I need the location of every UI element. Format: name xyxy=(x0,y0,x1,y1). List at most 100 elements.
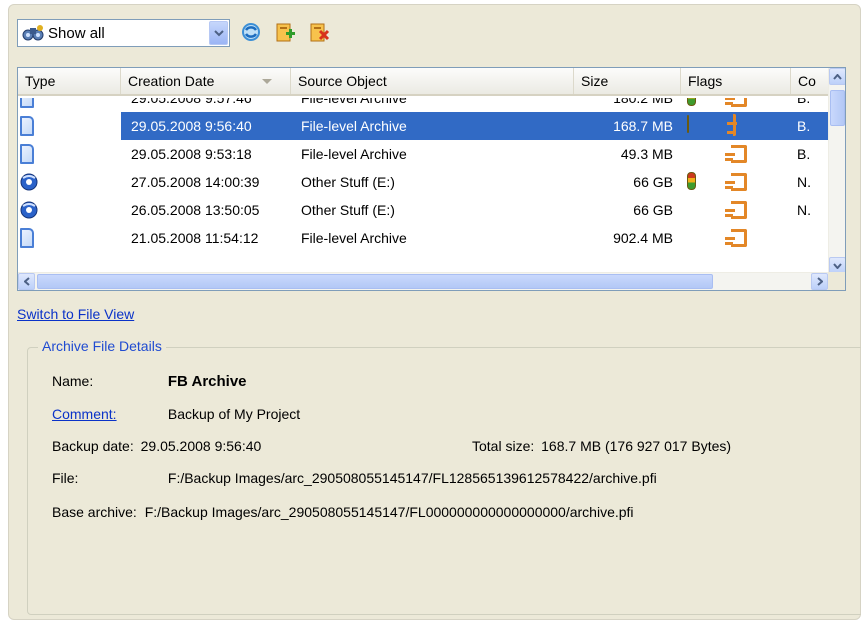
traffic-light-icon xyxy=(687,172,696,190)
cell-flags xyxy=(681,112,791,140)
column-header-flags[interactable]: Flags xyxy=(681,68,791,94)
table-row[interactable]: 29.05.2008 9:53:18 File-level Archive 49.3… xyxy=(18,140,829,168)
backup-date-value: 29.05.2008 9:56:40 xyxy=(140,438,262,454)
cell-flags xyxy=(681,140,791,168)
cell-comment: N. xyxy=(797,202,811,218)
cell-size: 902.4 MB xyxy=(613,230,673,246)
refresh-icon xyxy=(240,21,262,46)
total-size: Total size: 168.7 MB (176 927 017 Bytes) xyxy=(472,438,731,454)
cell-flags xyxy=(681,196,791,224)
cell-type xyxy=(18,98,121,112)
cell-comment: B. xyxy=(797,146,811,162)
list-rows: 29.05.2008 9:57:46 File-level Archive 180.… xyxy=(18,98,829,252)
scrollbar-corner xyxy=(828,272,845,290)
archive-chain-icon xyxy=(725,145,747,163)
name-label: Name: xyxy=(52,373,94,389)
cell-type xyxy=(18,224,121,252)
archive-chain-icon xyxy=(725,201,747,219)
backup-date-row: Backup date: 29.05.2008 9:56:40 Total si… xyxy=(52,438,852,454)
scroll-left-button[interactable] xyxy=(18,273,35,290)
backup-date-label: Backup date: xyxy=(52,438,134,454)
binoculars-icon xyxy=(22,24,44,42)
traffic-light-icon xyxy=(687,98,696,106)
sort-arrow-icon xyxy=(262,79,272,84)
chevron-down-icon[interactable] xyxy=(209,21,228,45)
add-archive-button[interactable] xyxy=(272,20,298,46)
archive-chain-icon xyxy=(733,114,736,136)
vertical-scroll-thumb[interactable] xyxy=(830,90,845,126)
file-archive-icon xyxy=(20,228,34,248)
filter-value: Show all xyxy=(48,24,105,42)
cell-type xyxy=(18,196,121,224)
cell-type xyxy=(18,168,121,196)
cell-creation-date: 27.05.2008 14:00:39 xyxy=(131,174,260,190)
cell-source-object: File-level Archive xyxy=(301,146,407,162)
file-archive-icon xyxy=(20,98,34,108)
file-row: File: F:/Backup Images/arc_2905080551451… xyxy=(52,470,657,486)
disk-image-icon xyxy=(20,200,38,220)
file-archive-icon xyxy=(20,116,34,136)
comment-row: Comment: Backup of My Project xyxy=(52,406,300,422)
file-archive-icon xyxy=(20,144,34,164)
scroll-right-button[interactable] xyxy=(811,273,828,290)
cell-size: 49.3 MB xyxy=(620,146,673,162)
cell-creation-date: 29.05.2008 9:56:40 xyxy=(131,118,252,134)
cell-creation-date: 21.05.2008 11:54:12 xyxy=(131,230,259,246)
column-header-label: Creation Date xyxy=(128,73,215,89)
table-row[interactable]: 29.05.2008 9:56:40 File-level Archive 168.… xyxy=(18,112,829,140)
column-header-source-object[interactable]: Source Object xyxy=(291,68,574,94)
filter-dropdown[interactable]: Show all xyxy=(17,19,230,47)
cell-flags xyxy=(681,224,791,252)
cell-comment: N. xyxy=(797,174,811,190)
cell-size: 168.7 MB xyxy=(613,118,673,134)
horizontal-scrollbar[interactable] xyxy=(18,272,845,290)
file-path-value: F:/Backup Images/arc_290508055145147/FL1… xyxy=(167,470,657,486)
column-header-creation-date[interactable]: Creation Date xyxy=(121,68,291,94)
cell-type xyxy=(18,112,121,140)
name-row: Name: FB Archive xyxy=(52,373,247,390)
traffic-light-icon xyxy=(687,115,689,133)
backup-archives-panel: Show all Type Creation Date Source Objec… xyxy=(8,4,861,620)
table-row[interactable]: 27.05.2008 14:00:39 Other Stuff (E:) 66 GB… xyxy=(18,168,829,196)
cell-type xyxy=(18,140,121,168)
column-header-type[interactable]: Type xyxy=(18,68,121,94)
table-row[interactable]: 21.05.2008 11:54:12 File-level Archive 902… xyxy=(18,224,829,252)
cell-size: 66 GB xyxy=(633,202,673,218)
column-header-comment[interactable]: Co xyxy=(791,68,829,94)
cell-flags xyxy=(681,168,791,196)
cell-creation-date: 29.05.2008 9:57:46 xyxy=(131,98,252,106)
scroll-up-button[interactable] xyxy=(829,68,845,85)
cell-source-object: File-level Archive xyxy=(301,98,407,106)
archive-file-details-group: Archive File Details Name: FB Archive Co… xyxy=(27,338,861,615)
vertical-scrollbar[interactable] xyxy=(828,68,845,274)
archive-list[interactable]: Type Creation Date Source Object Size Fl… xyxy=(17,67,846,291)
cell-comment: B. xyxy=(797,98,811,106)
cell-creation-date: 29.05.2008 9:53:18 xyxy=(131,146,252,162)
cell-creation-date: 26.05.2008 13:50:05 xyxy=(131,202,260,218)
horizontal-scroll-thumb[interactable] xyxy=(37,274,713,289)
cell-size: 180.2 MB xyxy=(613,98,673,106)
base-archive-row: Base archive: F:/Backup Images/arc_29050… xyxy=(52,504,634,520)
total-size-value: 168.7 MB (176 927 017 Bytes) xyxy=(541,438,732,454)
comment-value: Backup of My Project xyxy=(167,406,301,422)
total-size-label: Total size: xyxy=(472,438,535,454)
list-header: Type Creation Date Source Object Size Fl… xyxy=(18,68,829,96)
switch-to-file-view-link[interactable]: Switch to File View xyxy=(17,306,134,322)
toolbar: Show all xyxy=(17,18,332,48)
column-header-size[interactable]: Size xyxy=(574,68,681,94)
comment-link[interactable]: Comment: xyxy=(52,406,164,422)
cell-flags xyxy=(681,98,791,112)
group-title: Archive File Details xyxy=(38,338,166,354)
delete-archive-icon xyxy=(308,21,330,46)
cell-comment: B. xyxy=(797,118,811,134)
archive-chain-icon xyxy=(725,173,747,191)
disk-image-icon xyxy=(20,172,38,192)
delete-archive-button[interactable] xyxy=(306,20,332,46)
table-row[interactable]: 29.05.2008 9:57:46 File-level Archive 180.… xyxy=(18,98,829,112)
base-archive-value: F:/Backup Images/arc_290508055145147/FL0… xyxy=(144,504,634,520)
file-label: File: xyxy=(52,470,79,486)
table-row[interactable]: 26.05.2008 13:50:05 Other Stuff (E:) 66 GB… xyxy=(18,196,829,224)
cell-source-object: Other Stuff (E:) xyxy=(301,202,395,218)
refresh-button[interactable] xyxy=(238,20,264,46)
cell-source-object: Other Stuff (E:) xyxy=(301,174,395,190)
